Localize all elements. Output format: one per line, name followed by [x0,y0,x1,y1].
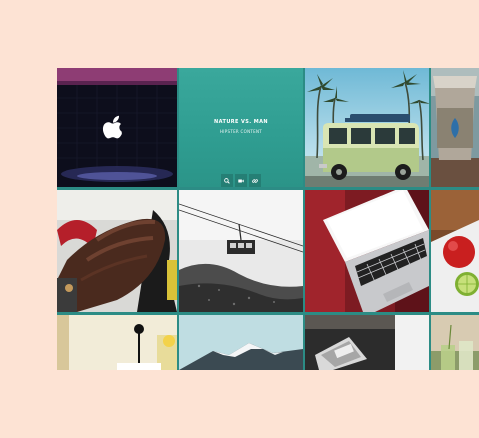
gallery-item-tomato[interactable] [431,190,479,312]
portfolio-gallery: NATURE VS. MAN HIPSTER CONTENT [57,68,479,370]
open-link-button[interactable] [249,174,261,187]
laptop-image [305,190,429,312]
apple-logo-image [57,68,177,187]
gallery-item-laptop[interactable] [305,190,429,312]
video-icon [238,179,244,182]
cable-car-image [179,190,303,312]
featured-title: NATURE VS. MAN [214,119,268,125]
gallery-item-drinks[interactable] [431,315,479,370]
gallery-item-coffee[interactable] [431,68,479,187]
featured-actions [221,174,261,187]
search-icon [224,177,230,184]
vintage-van-image [305,68,429,187]
play-video-button[interactable] [235,174,247,187]
gallery-item-cablecar[interactable] [179,190,303,312]
drinks-image [431,315,479,370]
gallery-item-van[interactable] [305,68,429,187]
gallery-item-featured[interactable]: NATURE VS. MAN HIPSTER CONTENT [179,68,303,187]
snowy-mountain-image [179,315,303,370]
zoom-button[interactable] [221,174,233,187]
coffee-cup-image [431,68,479,187]
gallery-item-mountain[interactable] [179,315,303,370]
gallery-item-glove[interactable] [57,190,177,312]
gallery-item-phone[interactable] [305,315,429,370]
smartphone-image [305,315,429,370]
gallery-item-apple[interactable] [57,68,177,187]
link-icon [252,178,258,183]
leather-glove-image [57,190,177,312]
table-lamp-image [57,315,177,370]
featured-subtitle: HIPSTER CONTENT [220,129,262,134]
tomato-lime-image [431,190,479,312]
gallery-item-lamp[interactable] [57,315,177,370]
